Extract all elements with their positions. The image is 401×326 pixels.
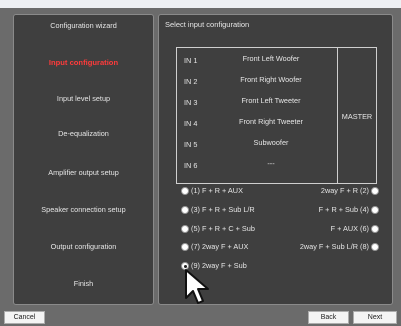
- option-label: (7) 2way F + AUX: [191, 242, 249, 251]
- radio-button[interactable]: [371, 206, 379, 215]
- option-8[interactable]: 2way F + Sub L/R (8): [299, 242, 379, 252]
- panel-title: Select input configuration: [165, 20, 250, 29]
- radio-button[interactable]: [371, 243, 379, 252]
- input-channel-name: ---: [267, 159, 275, 168]
- cancel-button[interactable]: Cancel: [4, 311, 45, 324]
- option-2[interactable]: 2way F + R (2): [320, 186, 379, 196]
- wizard-steps-panel: Configuration wizard Input configuration…: [13, 14, 154, 305]
- step-input-level-setup[interactable]: Input level setup: [14, 94, 153, 103]
- option-label: F + AUX (6): [330, 224, 369, 233]
- option-label: 2way F + Sub L/R (8): [299, 242, 369, 251]
- radio-button[interactable]: [371, 225, 379, 234]
- input-label: IN 6: [184, 161, 198, 170]
- option-1[interactable]: (1) F + R + AUX: [181, 186, 243, 196]
- option-5[interactable]: (5) F + R + C + Sub: [181, 224, 255, 234]
- input-label: IN 3: [184, 98, 198, 107]
- radio-button[interactable]: [371, 187, 379, 196]
- step-configuration-wizard[interactable]: Configuration wizard: [14, 21, 153, 30]
- step-speaker-connection-setup[interactable]: Speaker connection setup: [14, 205, 153, 214]
- master-label: MASTER: [341, 112, 373, 121]
- option-4[interactable]: F + R + Sub (4): [318, 205, 379, 215]
- step-de-equalization[interactable]: De-equalization: [14, 129, 153, 138]
- input-label: IN 5: [184, 140, 198, 149]
- title-strip: [0, 0, 401, 8]
- radio-button[interactable]: [181, 206, 189, 215]
- option-7[interactable]: (7) 2way F + AUX: [181, 242, 249, 252]
- input-channel-name: Front Left Woofer: [242, 54, 300, 63]
- input-channel-name: Front Right Woofer: [240, 75, 302, 84]
- option-3[interactable]: (3) F + R + Sub L/R: [181, 205, 255, 215]
- radio-button[interactable]: [181, 187, 189, 196]
- radio-button[interactable]: [181, 225, 189, 234]
- option-label: 2way F + R (2): [320, 186, 369, 195]
- input-channel-name: Front Right Tweeter: [239, 117, 303, 126]
- option-6[interactable]: F + AUX (6): [330, 224, 379, 234]
- option-label: (5) F + R + C + Sub: [191, 224, 255, 233]
- input-label: IN 2: [184, 77, 198, 86]
- wizard-window: Configuration wizard Input configuration…: [0, 0, 401, 326]
- input-channel-name: Subwoofer: [253, 138, 289, 147]
- step-input-configuration[interactable]: Input configuration: [14, 58, 153, 67]
- back-button[interactable]: Back: [308, 311, 349, 324]
- input-mapping-table: IN 1 Front Left Woofer IN 2 Front Right …: [176, 47, 377, 184]
- option-label: F + R + Sub (4): [318, 205, 369, 214]
- option-label: (1) F + R + AUX: [191, 186, 243, 195]
- input-label: IN 4: [184, 119, 198, 128]
- input-channel-name: Front Left Tweeter: [241, 96, 301, 105]
- step-amplifier-output-setup[interactable]: Amplifier output setup: [14, 168, 153, 177]
- input-configuration-panel: Select input configuration IN 1 Front Le…: [158, 14, 393, 305]
- step-finish[interactable]: Finish: [14, 279, 153, 288]
- step-output-configuration[interactable]: Output configuration: [14, 242, 153, 251]
- radio-button[interactable]: [181, 243, 189, 252]
- option-label: (3) F + R + Sub L/R: [191, 205, 255, 214]
- next-button[interactable]: Next: [353, 311, 397, 324]
- mouse-pointer-icon: [185, 269, 209, 304]
- input-label: IN 1: [184, 56, 198, 65]
